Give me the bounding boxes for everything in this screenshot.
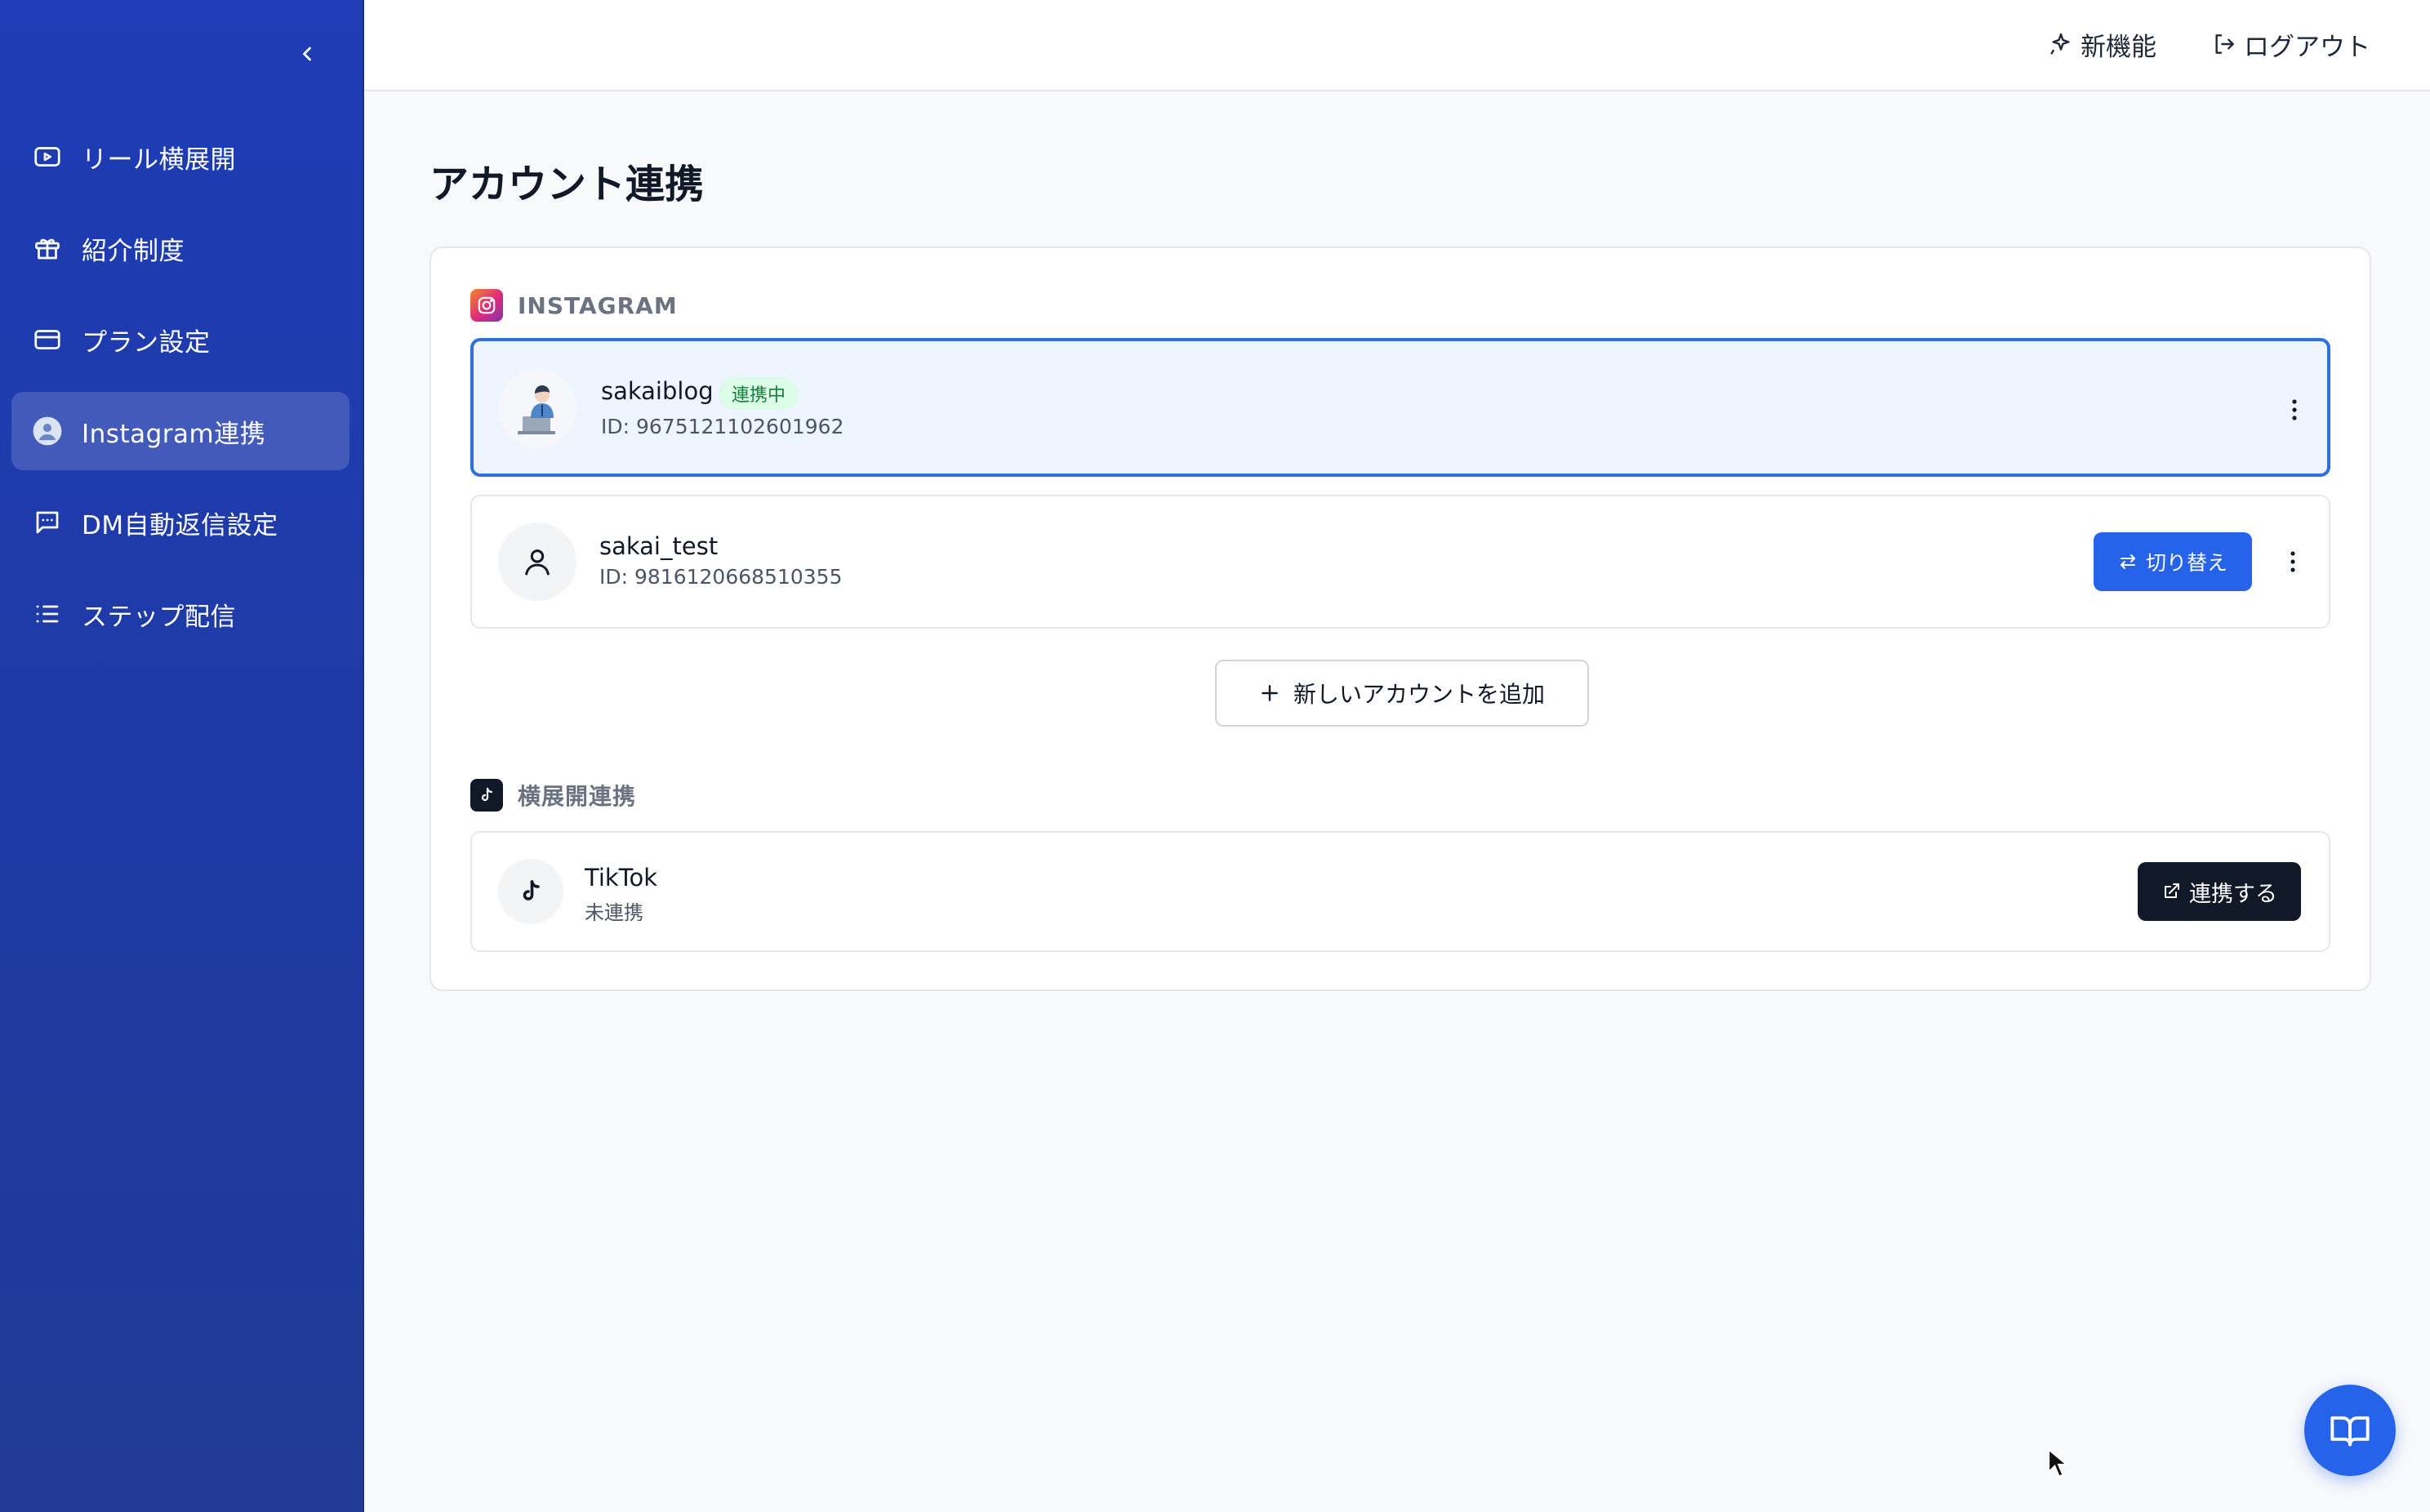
account-avatar xyxy=(498,369,576,447)
tiktok-icon xyxy=(523,880,540,901)
logout-label: ログアウト xyxy=(2244,32,2370,62)
new-features-button[interactable]: 新機能 xyxy=(2048,24,2156,64)
swap-icon xyxy=(2120,554,2135,569)
sparkle-icon xyxy=(2050,33,2070,55)
message-icon xyxy=(31,506,64,539)
sidebar-item-label: ステップ配信 xyxy=(82,602,236,632)
book-open-icon xyxy=(2330,1416,2370,1447)
new-features-label: 新機能 xyxy=(2081,32,2156,62)
account-id: ID: 9675121102601962 xyxy=(601,415,844,438)
account-menu-button[interactable] xyxy=(2276,542,2309,581)
service-row-tiktok: TikTok 未連携 連携する xyxy=(470,831,2330,952)
account-avatar xyxy=(498,523,576,601)
add-account-label: 新しいアカウントを追加 xyxy=(1293,681,1545,708)
service-avatar xyxy=(498,859,563,924)
account-menu-button[interactable] xyxy=(2278,390,2311,429)
chevron-left-icon xyxy=(303,47,311,61)
help-docs-button[interactable] xyxy=(2304,1385,2396,1476)
play-video-icon xyxy=(31,140,64,173)
instagram-icon xyxy=(470,289,503,322)
avatar-icon xyxy=(31,415,64,447)
external-link-icon xyxy=(2165,883,2179,898)
account-name: sakai_test xyxy=(599,532,719,560)
app-root: リール横展開 紹介制度 プラン設定 Instagram連携 DM自動返信設定 ス… xyxy=(0,0,2430,1512)
sidebar-item-label: プラン設定 xyxy=(82,327,211,358)
account-id: ID: 9816120668510355 xyxy=(599,565,843,589)
account-linking-card: INSTAGRAM sakaiblog 連携中 ID: 967512110260… xyxy=(429,247,2371,991)
switch-account-button[interactable]: 切り替え xyxy=(2094,532,2252,591)
sidebar-item-label: Instagram連携 xyxy=(82,419,266,449)
connect-tiktok-button[interactable]: 連携する xyxy=(2138,862,2301,921)
service-name: TikTok xyxy=(585,864,657,892)
sidebar-item-plan[interactable]: プラン設定 xyxy=(11,300,349,379)
cross-post-section-header: 横展開連携 xyxy=(470,779,636,812)
connect-tiktok-label: 連携する xyxy=(2189,881,2277,907)
sidebar-nav: リール横展開 紹介制度 プラン設定 Instagram連携 DM自動返信設定 ス… xyxy=(11,118,349,666)
list-icon xyxy=(31,598,64,630)
more-vertical-icon xyxy=(2290,551,2295,572)
cross-post-section-label: 横展開連携 xyxy=(518,783,637,810)
switch-account-label: 切り替え xyxy=(2145,551,2228,575)
sidebar-item-step-delivery[interactable]: ステップ配信 xyxy=(11,575,349,653)
user-illustration-icon xyxy=(498,369,576,447)
mouse-cursor-icon xyxy=(2048,1448,2069,1478)
instagram-section-header: INSTAGRAM xyxy=(470,289,678,322)
sidebar-item-instagram[interactable]: Instagram連携 xyxy=(11,392,349,470)
sidebar: リール横展開 紹介制度 プラン設定 Instagram連携 DM自動返信設定 ス… xyxy=(0,0,364,1512)
page-title: アカウント連携 xyxy=(429,162,705,207)
more-vertical-icon xyxy=(2292,399,2297,420)
account-name: sakaiblog xyxy=(601,377,714,405)
instagram-section-label: INSTAGRAM xyxy=(518,291,678,319)
sidebar-item-reels[interactable]: リール横展開 xyxy=(11,118,349,196)
plus-icon xyxy=(1262,685,1278,701)
status-badge: 連携中 xyxy=(719,377,799,410)
tiktok-icon xyxy=(470,779,503,812)
sidebar-item-label: 紹介制度 xyxy=(82,236,185,266)
account-row-sakai-test[interactable]: sakai_test ID: 9816120668510355 切り替え xyxy=(470,495,2330,629)
account-row-sakaiblog[interactable]: sakaiblog 連携中 ID: 9675121102601962 xyxy=(470,338,2330,477)
gift-icon xyxy=(31,232,64,265)
sidebar-item-referral[interactable]: 紹介制度 xyxy=(11,209,349,287)
top-bar: 新機能 ログアウト xyxy=(364,0,2430,91)
user-icon xyxy=(525,549,550,576)
logout-icon xyxy=(2215,34,2234,54)
credit-card-icon xyxy=(31,323,64,356)
service-status: 未連携 xyxy=(585,901,643,924)
sidebar-item-dm-auto-reply[interactable]: DM自動返信設定 xyxy=(11,483,349,562)
add-account-button[interactable]: 新しいアカウントを追加 xyxy=(1215,660,1589,727)
sidebar-item-label: リール横展開 xyxy=(82,145,236,175)
sidebar-item-label: DM自動返信設定 xyxy=(82,510,278,540)
logout-button[interactable]: ログアウト xyxy=(2211,24,2370,64)
collapse-sidebar-button[interactable] xyxy=(291,38,323,70)
